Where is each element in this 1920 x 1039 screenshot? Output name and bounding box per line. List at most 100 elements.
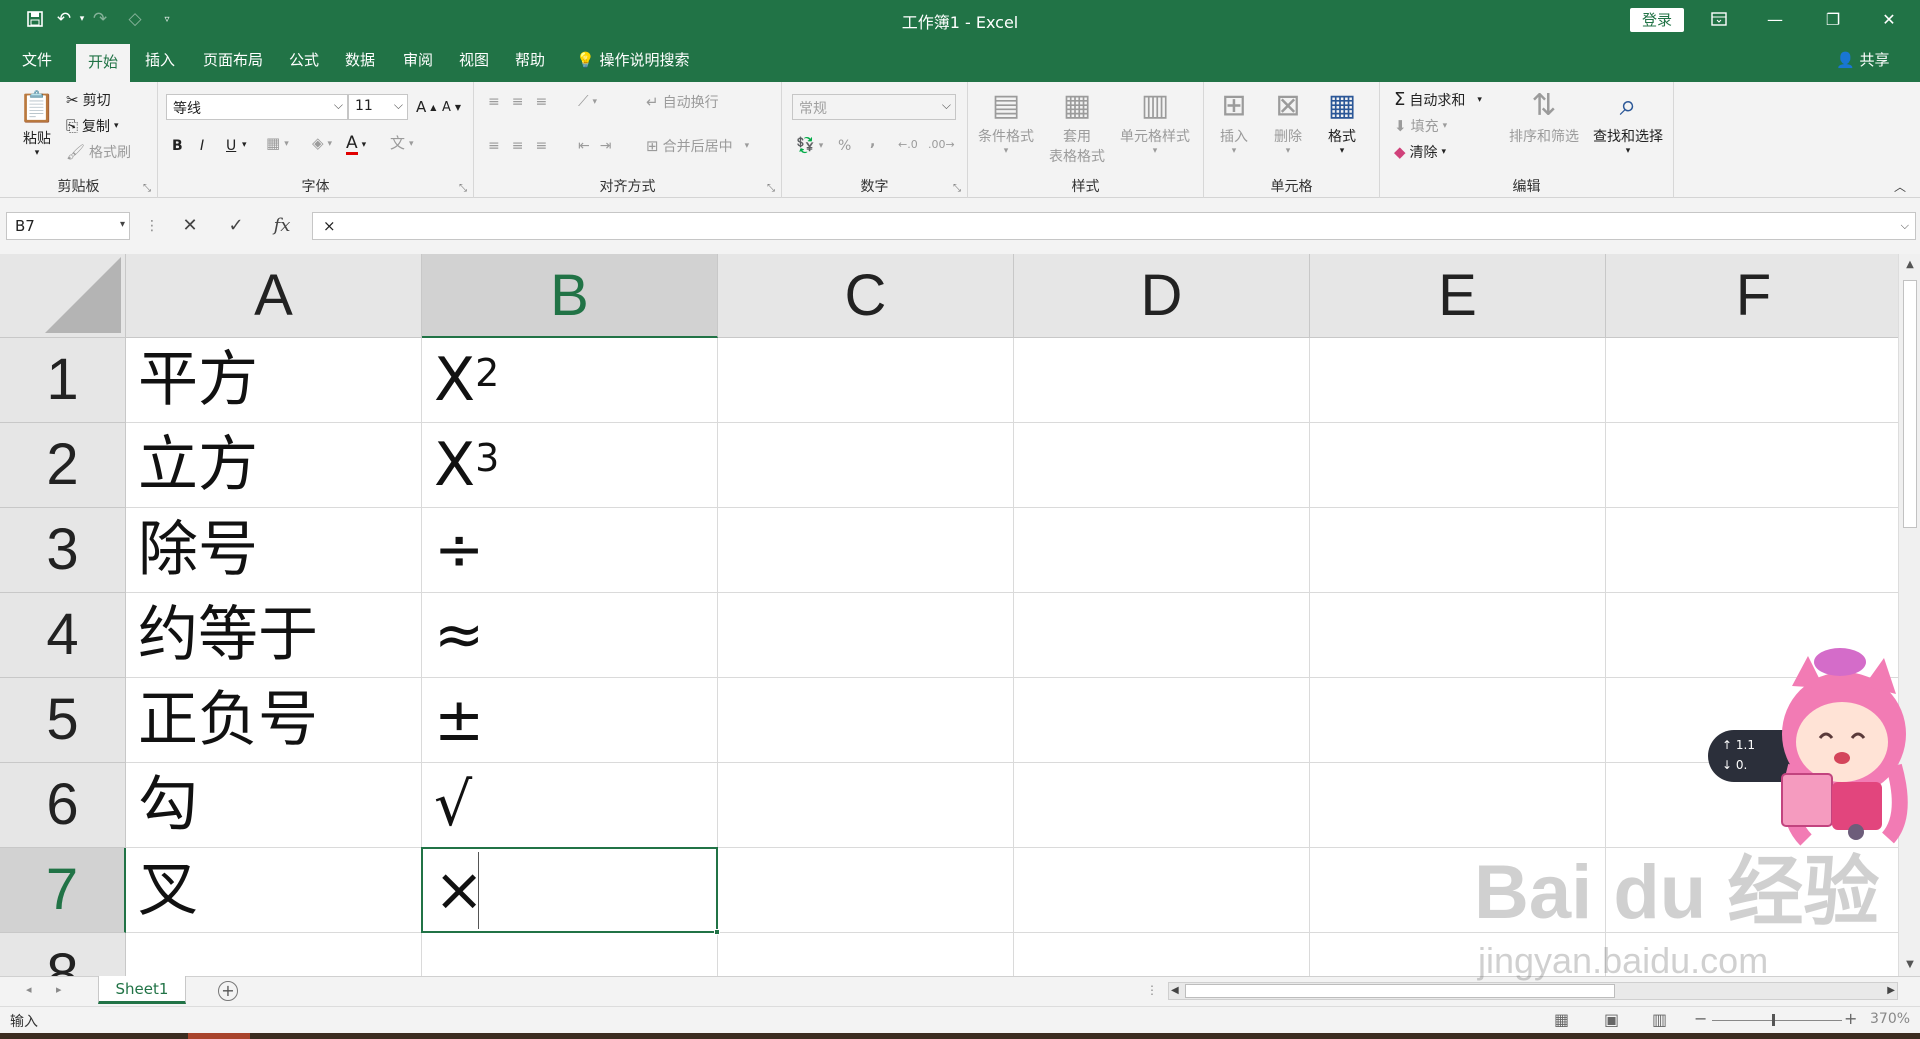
sheet-tab-sheet1[interactable]: Sheet1 bbox=[98, 976, 186, 1004]
merge-center-button[interactable]: ⊞ 合并后居中 ▾ bbox=[646, 136, 749, 156]
cell-f2[interactable] bbox=[1606, 423, 1898, 508]
cell-d8[interactable] bbox=[1014, 933, 1310, 976]
cell-a4[interactable]: 约等于 bbox=[126, 593, 422, 678]
zoom-slider[interactable] bbox=[1712, 1020, 1842, 1021]
share-button[interactable]: 👤 共享 bbox=[1836, 38, 1889, 82]
bold-button[interactable]: B bbox=[172, 138, 183, 154]
row-header-5[interactable]: 5 bbox=[0, 678, 126, 763]
shrink-font-button[interactable]: A ▼ bbox=[442, 100, 461, 115]
cell-d2[interactable] bbox=[1014, 423, 1310, 508]
more-options-icon[interactable]: ⋮ bbox=[138, 212, 166, 240]
tab-help[interactable]: 帮助 bbox=[506, 38, 554, 82]
cell-e5[interactable] bbox=[1310, 678, 1606, 763]
cell-c3[interactable] bbox=[718, 508, 1014, 593]
align-bottom-icon[interactable]: ≡ bbox=[535, 94, 555, 110]
cell-c6[interactable] bbox=[718, 763, 1014, 848]
cell-b2[interactable]: X3 bbox=[422, 423, 718, 508]
tab-insert[interactable]: 插入 bbox=[136, 38, 184, 82]
cell-d7[interactable] bbox=[1014, 848, 1310, 933]
orientation-button[interactable]: ⟋ ▾ bbox=[578, 94, 597, 109]
cell-b1[interactable]: X2 bbox=[422, 338, 718, 423]
minimize-button[interactable]: — bbox=[1752, 0, 1798, 38]
align-middle-icon[interactable]: ≡ bbox=[512, 94, 532, 110]
cell-c4[interactable] bbox=[718, 593, 1014, 678]
decrease-decimal-icon[interactable]: .00→ bbox=[928, 138, 955, 151]
cell-a5[interactable]: 正负号 bbox=[126, 678, 422, 763]
horizontal-align-buttons[interactable]: ≡ ≡ ≡ bbox=[488, 138, 555, 154]
cell-b3[interactable]: ÷ bbox=[422, 508, 718, 593]
cell-e6[interactable] bbox=[1310, 763, 1606, 848]
increase-indent-icon[interactable]: ⇥ bbox=[600, 138, 618, 154]
normal-view-icon[interactable]: ▦ bbox=[1554, 1010, 1569, 1029]
prev-sheet-icon[interactable]: ◂ bbox=[26, 983, 32, 996]
number-launcher-icon[interactable]: ⤡ bbox=[953, 183, 961, 194]
cell-e4[interactable] bbox=[1310, 593, 1606, 678]
add-sheet-icon[interactable]: + bbox=[218, 981, 238, 1001]
column-header-e[interactable]: E bbox=[1310, 254, 1606, 338]
insert-cells-button[interactable]: ⊞ 插入 ▾ bbox=[1210, 86, 1258, 156]
number-format-select[interactable]: 常规 ⌵ bbox=[792, 94, 956, 120]
clipboard-launcher-icon[interactable]: ⤡ bbox=[143, 183, 151, 194]
close-button[interactable]: ✕ bbox=[1866, 0, 1912, 38]
vertical-scroll-thumb[interactable] bbox=[1903, 280, 1917, 528]
cell-a2[interactable]: 立方 bbox=[126, 423, 422, 508]
tab-view[interactable]: 视图 bbox=[450, 38, 498, 82]
worksheet-grid[interactable]: ABCDEF 12345678 平方 X2 立方 X3 除号 ÷ 约等于 ≈ 正负号 ± 勾 √ 叉 × bbox=[0, 254, 1898, 976]
scroll-down-icon[interactable]: ▼ bbox=[1899, 954, 1920, 976]
page-break-view-icon[interactable]: ▥ bbox=[1652, 1010, 1667, 1029]
underline-button[interactable]: U bbox=[226, 138, 236, 154]
select-all-corner[interactable] bbox=[0, 254, 126, 338]
tab-formulas[interactable]: 公式 bbox=[280, 38, 328, 82]
cell-a1[interactable]: 平方 bbox=[126, 338, 422, 423]
row-header-4[interactable]: 4 bbox=[0, 593, 126, 678]
cell-e3[interactable] bbox=[1310, 508, 1606, 593]
font-color-button[interactable]: A ▾ bbox=[346, 134, 366, 155]
cancel-entry-icon[interactable]: ✕ bbox=[176, 212, 204, 240]
confirm-entry-icon[interactable]: ✓ bbox=[222, 212, 250, 240]
cell-f7[interactable] bbox=[1606, 848, 1898, 933]
underline-dropdown-icon[interactable]: ▾ bbox=[242, 140, 247, 150]
cell-d1[interactable] bbox=[1014, 338, 1310, 423]
decrease-indent-icon[interactable]: ⇤ bbox=[578, 138, 596, 154]
vertical-scrollbar[interactable]: ▲ ▼ bbox=[1898, 254, 1920, 976]
cell-e2[interactable] bbox=[1310, 423, 1606, 508]
increase-decimal-icon[interactable]: ←.0 bbox=[898, 138, 918, 151]
find-select-button[interactable]: ⌕ 查找和选择 ▾ bbox=[1586, 86, 1670, 156]
row-header-2[interactable]: 2 bbox=[0, 423, 126, 508]
page-layout-view-icon[interactable]: ▣ bbox=[1604, 1010, 1619, 1029]
cell-a7[interactable]: 叉 bbox=[126, 848, 422, 933]
italic-button[interactable]: I bbox=[200, 138, 204, 154]
tab-review[interactable]: 审阅 bbox=[394, 38, 442, 82]
accounting-format-button[interactable]: 💱 ▾ bbox=[796, 138, 823, 153]
split-handle-icon[interactable]: ⋮ bbox=[1146, 983, 1158, 997]
font-size-select[interactable]: 11 ⌵ bbox=[348, 94, 408, 120]
clear-button[interactable]: ◆ 清除 ▾ bbox=[1394, 142, 1446, 162]
grow-font-button[interactable]: A ▲ bbox=[416, 98, 436, 116]
fill-handle[interactable] bbox=[714, 929, 720, 935]
cell-d3[interactable] bbox=[1014, 508, 1310, 593]
tab-page-layout[interactable]: 页面布局 bbox=[194, 38, 272, 82]
vertical-align-buttons[interactable]: ≡ ≡ ≡ bbox=[488, 94, 555, 110]
fill-color-button[interactable]: ◈ ▾ bbox=[312, 136, 332, 151]
cell-e7[interactable] bbox=[1310, 848, 1606, 933]
cell-d5[interactable] bbox=[1014, 678, 1310, 763]
zoom-out-icon[interactable]: − bbox=[1694, 1009, 1707, 1028]
tab-data[interactable]: 数据 bbox=[336, 38, 384, 82]
restore-button[interactable]: ❐ bbox=[1810, 0, 1856, 38]
row-header-6[interactable]: 6 bbox=[0, 763, 126, 848]
row-header-7[interactable]: 7 bbox=[0, 848, 126, 933]
indent-buttons[interactable]: ⇤ ⇥ bbox=[578, 138, 617, 154]
align-top-icon[interactable]: ≡ bbox=[488, 94, 508, 110]
align-right-icon[interactable]: ≡ bbox=[535, 138, 555, 154]
column-header-a[interactable]: A bbox=[126, 254, 422, 338]
cell-a6[interactable]: 勾 bbox=[126, 763, 422, 848]
cell-c8[interactable] bbox=[718, 933, 1014, 976]
column-header-b[interactable]: B bbox=[422, 254, 718, 338]
tell-me-search[interactable]: 💡 操作说明搜索 bbox=[576, 38, 689, 82]
cell-styles-button[interactable]: ▥ 单元格样式 ▾ bbox=[1114, 86, 1196, 156]
cell-d4[interactable] bbox=[1014, 593, 1310, 678]
scroll-right-icon[interactable]: ▶ bbox=[1887, 983, 1895, 999]
login-button[interactable]: 登录 bbox=[1630, 8, 1684, 32]
phonetic-button[interactable]: 文 ▾ bbox=[390, 136, 414, 151]
active-cell-border[interactable] bbox=[421, 847, 720, 935]
